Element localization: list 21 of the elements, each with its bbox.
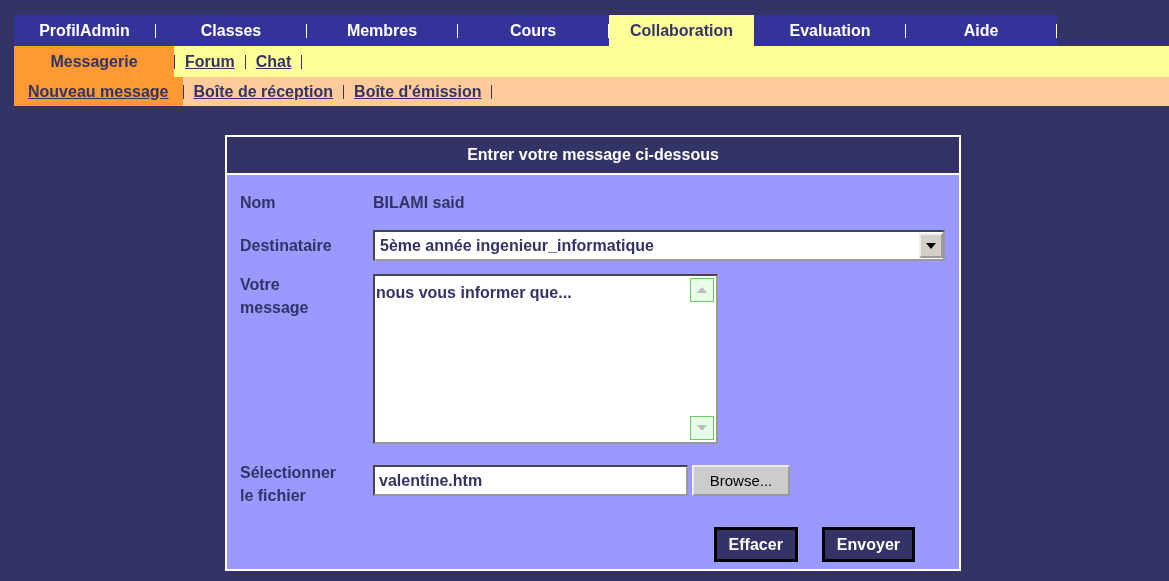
submenu-link[interactable]: Chat bbox=[245, 46, 302, 77]
submenu-link[interactable]: Boîte de réception bbox=[183, 77, 344, 106]
field-label: Sélectionner le fichier bbox=[240, 463, 338, 506]
name-value: BILAMI said bbox=[373, 193, 466, 213]
submenu-link[interactable]: Forum bbox=[175, 46, 245, 77]
menu-tab[interactable]: Collaboration bbox=[609, 15, 754, 46]
submenu-link[interactable]: Boîte d'émission bbox=[344, 77, 492, 106]
field-label: Nom bbox=[240, 193, 277, 213]
file-input[interactable]: valentine.htm bbox=[373, 465, 688, 496]
scroll-up-icon[interactable] bbox=[690, 278, 714, 302]
field-label: Destinataire bbox=[240, 236, 333, 256]
scroll-down-icon[interactable] bbox=[690, 416, 714, 440]
message-textarea[interactable]: nous vous informer que... bbox=[373, 274, 718, 444]
recipient-select[interactable]: 5ème année ingenieur_informatique bbox=[373, 230, 945, 261]
submenu-link[interactable]: Nouveau message bbox=[14, 77, 183, 106]
form-button[interactable]: Effacer bbox=[713, 527, 798, 562]
field-label: Votre message bbox=[240, 275, 310, 318]
browse-button[interactable]: Browse... bbox=[692, 465, 790, 496]
form-button[interactable]: Envoyer bbox=[821, 527, 915, 562]
submenu-link[interactable]: Messagerie bbox=[14, 46, 174, 77]
form-title: Entrer votre message ci-dessous bbox=[227, 137, 959, 175]
